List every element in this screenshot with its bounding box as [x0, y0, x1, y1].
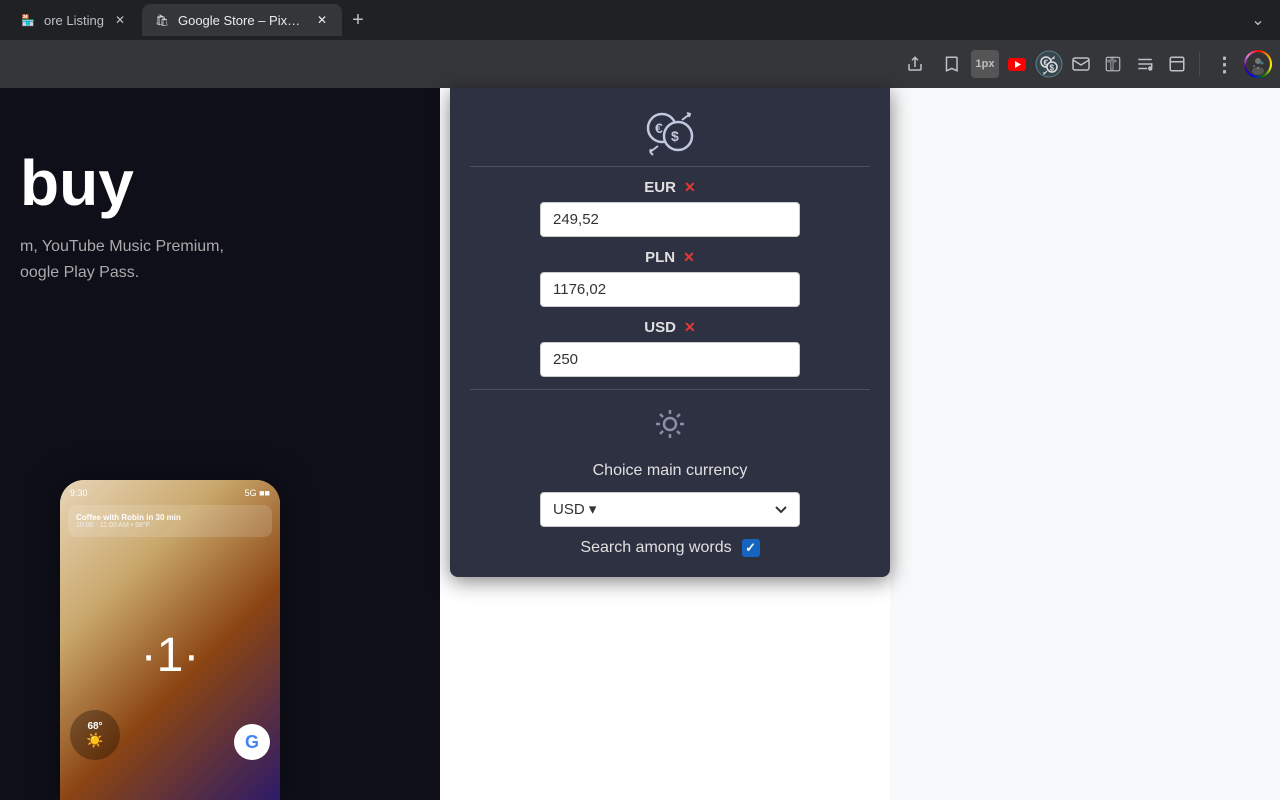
search-words-row: Search among words	[580, 539, 759, 557]
settings-section: Choice main currency USD ▾ EUR PLN GBP C…	[470, 406, 870, 557]
usd-row: USD ✕	[470, 319, 870, 377]
tab-inactive[interactable]: 🏪 ore Listing ✕	[8, 4, 140, 36]
divider-bottom	[470, 389, 870, 390]
more-options-button[interactable]: ⋮	[1208, 48, 1240, 80]
tab-list-arrow[interactable]: ⌄	[1244, 6, 1272, 34]
avatar[interactable]	[1244, 50, 1272, 78]
ext-currency-icon[interactable]: € $	[1035, 50, 1063, 78]
usd-label: USD ✕	[644, 319, 695, 336]
search-words-checkbox[interactable]	[742, 539, 760, 557]
ext-puzzle-icon[interactable]	[1099, 50, 1127, 78]
ext-music-icon[interactable]	[1131, 50, 1159, 78]
toolbar-separator	[1199, 52, 1200, 76]
tab-active[interactable]: 🛍 Google Store – Pixel, Chromeca... ✕	[142, 4, 342, 36]
tab-label-2: Google Store – Pixel, Chromeca...	[178, 13, 306, 28]
avatar-image	[1247, 53, 1269, 75]
bookmark-button[interactable]	[935, 48, 967, 80]
pln-row: PLN ✕	[470, 249, 870, 307]
svg-text:€: €	[655, 120, 663, 136]
tab-bar: 🏪 ore Listing ✕ 🛍 Google Store – Pixel, …	[0, 0, 1280, 40]
divider-top	[470, 166, 870, 167]
page-right-bg	[890, 88, 1280, 800]
tab-close-1[interactable]: ✕	[112, 12, 128, 28]
tab-favicon-2: 🛍	[154, 12, 170, 28]
tab-label-1: ore Listing	[44, 13, 104, 28]
eur-label: EUR ✕	[644, 179, 695, 196]
svg-text:$: $	[671, 128, 679, 144]
svg-text:$: $	[1050, 64, 1055, 73]
ext-youtube-icon[interactable]	[1003, 50, 1031, 78]
tab-close-2[interactable]: ✕	[314, 12, 330, 28]
tab-favicon-1: 🏪	[20, 12, 36, 28]
browser-chrome: 🏪 ore Listing ✕ 🛍 Google Store – Pixel, …	[0, 0, 1280, 88]
new-tab-button[interactable]: +	[344, 6, 372, 34]
ext-reading-icon[interactable]	[1163, 50, 1191, 78]
usd-input[interactable]	[540, 342, 800, 377]
pln-label: PLN ✕	[645, 249, 695, 266]
eur-row: EUR ✕	[470, 179, 870, 237]
phone-mockup: 9:30 5G ■■ Coffee with Robin in 30 min 1…	[60, 480, 280, 800]
share-button[interactable]	[899, 48, 931, 80]
extension-popup: € $ EUR ✕ PLN ✕ USD ✕	[450, 88, 890, 577]
page-desc-2: oogle Play Pass.	[20, 260, 224, 286]
search-words-label: Search among words	[580, 539, 731, 557]
popup-header-icon: € $	[470, 108, 870, 158]
ext-mail-icon[interactable]	[1067, 50, 1095, 78]
page-left-bg: buy m, YouTube Music Premium, oogle Play…	[0, 88, 440, 800]
eur-remove-button[interactable]: ✕	[684, 179, 696, 196]
usd-remove-button[interactable]: ✕	[684, 319, 696, 336]
ext-1px-icon[interactable]: 1px	[971, 50, 999, 78]
main-currency-select[interactable]: USD ▾ EUR PLN GBP CHF	[540, 492, 800, 527]
pln-remove-button[interactable]: ✕	[683, 249, 695, 266]
phone-screen: 9:30 5G ■■ Coffee with Robin in 30 min 1…	[60, 480, 280, 800]
toolbar: 1px € $	[0, 40, 1280, 88]
eur-input[interactable]	[540, 202, 800, 237]
page-heading: buy	[20, 148, 224, 218]
main-currency-label: Choice main currency	[593, 462, 748, 480]
pln-input[interactable]	[540, 272, 800, 307]
page-desc-1: m, YouTube Music Premium,	[20, 234, 224, 260]
gear-icon	[652, 406, 688, 450]
